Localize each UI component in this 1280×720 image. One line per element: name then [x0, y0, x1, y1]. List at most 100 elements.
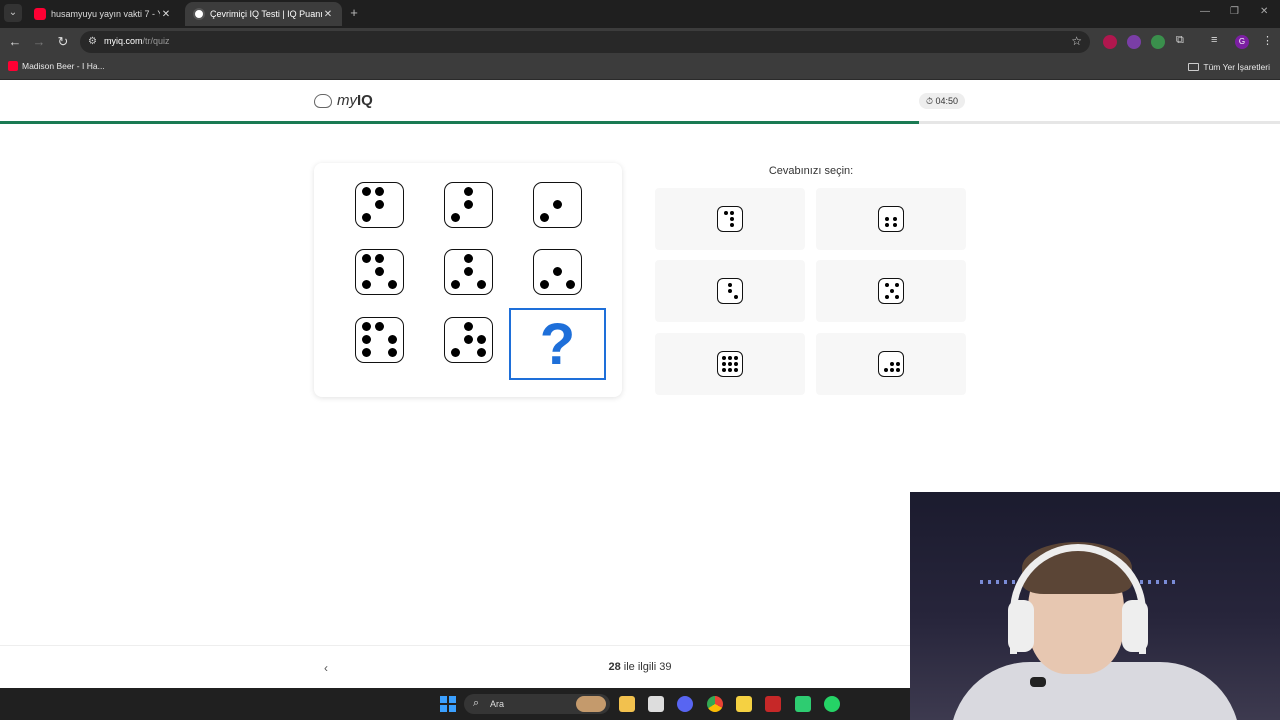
pip: [734, 362, 738, 366]
profile-avatar[interactable]: G: [1235, 35, 1249, 49]
forward-icon[interactable]: →: [30, 33, 48, 51]
tab-search-button[interactable]: ⌄: [4, 4, 22, 22]
windows-taskbar: ⌕ Ara: [0, 688, 910, 720]
tab-title: Çevrimiçi IQ Testi | IQ Puanınızı: [210, 9, 322, 19]
pip: [730, 217, 734, 221]
answer-option-5[interactable]: [655, 333, 805, 395]
pip: [540, 280, 549, 289]
reload-icon[interactable]: ↻: [54, 33, 72, 51]
answer-option-4[interactable]: [816, 260, 966, 322]
back-icon[interactable]: ←: [6, 33, 24, 51]
dice-cell-4: [355, 182, 404, 228]
pip: [896, 368, 900, 372]
pip: [362, 322, 371, 331]
pip: [375, 187, 384, 196]
pip: [885, 295, 889, 299]
address-bar[interactable]: ⚙ myiq.com/tr/quiz ☆: [80, 31, 1090, 53]
all-bookmarks-button[interactable]: Tüm Yer İşaretleri: [1188, 62, 1270, 72]
pip: [477, 348, 486, 357]
dice-cell-3: [533, 249, 582, 295]
puzzle-matrix: ?: [314, 163, 622, 397]
webcam-overlay: [910, 492, 1280, 720]
microphone-icon: [1030, 677, 1046, 687]
pip: [451, 348, 460, 357]
myiq-logo[interactable]: my IQ: [314, 92, 373, 109]
taskbar-search[interactable]: ⌕ Ara: [464, 694, 610, 714]
bookmark-item[interactable]: Madison Beer - I Ha...: [8, 61, 105, 71]
extension-icon[interactable]: [1151, 35, 1165, 49]
answer-option-3[interactable]: [655, 260, 805, 322]
pip: [464, 335, 473, 344]
windows-start-icon[interactable]: [440, 696, 456, 712]
chrome-icon[interactable]: [707, 696, 723, 712]
answer-option-1[interactable]: [655, 188, 805, 250]
bookmark-star-icon[interactable]: ☆: [1071, 34, 1082, 48]
pip: [362, 335, 371, 344]
answer-option-6[interactable]: [816, 333, 966, 395]
app-icon[interactable]: [795, 696, 811, 712]
youtube-icon: [34, 8, 46, 20]
pip: [375, 322, 384, 331]
app-icon[interactable]: [648, 696, 664, 712]
new-tab-button[interactable]: +: [346, 5, 362, 21]
tab-close-icon[interactable]: ✕: [322, 9, 334, 20]
quiz-progress-fill: [0, 121, 920, 124]
pip: [730, 223, 734, 227]
whatsapp-icon[interactable]: [824, 696, 840, 712]
missing-cell: ?: [509, 308, 606, 380]
pip: [728, 283, 732, 287]
pip: [734, 356, 738, 360]
pip: [375, 254, 384, 263]
file-explorer-icon[interactable]: [619, 696, 635, 712]
tab-youtube[interactable]: husamyuyu yayın vakti 7 - YouT ✕: [26, 2, 180, 26]
discord-icon[interactable]: [677, 696, 693, 712]
more-menu-icon[interactable]: ⋮: [1262, 34, 1273, 47]
dice-option: [878, 206, 904, 232]
dice-cell-6: [355, 317, 404, 363]
previous-question-button[interactable]: ‹: [318, 660, 334, 676]
pip: [722, 356, 726, 360]
pip: [566, 280, 575, 289]
pip: [728, 368, 732, 372]
media-controls-icon[interactable]: ≡: [1211, 34, 1217, 46]
extension-icon[interactable]: [1127, 35, 1141, 49]
pip: [464, 267, 473, 276]
pip: [885, 217, 889, 221]
app-icon[interactable]: [765, 696, 781, 712]
pip: [728, 289, 732, 293]
close-window-icon[interactable]: ✕: [1260, 6, 1268, 17]
brain-icon: [314, 93, 332, 108]
pip: [388, 335, 397, 344]
pip: [896, 362, 900, 366]
site-info-icon[interactable]: ⚙: [88, 36, 100, 48]
bookmarks-bar: Madison Beer - I Ha... Tüm Yer İşaretler…: [0, 56, 1280, 80]
quiz-footer: ‹ 28 ile ilgili 39: [0, 645, 910, 688]
tab-myiq[interactable]: Çevrimiçi IQ Testi | IQ Puanınızı ✕: [185, 2, 342, 26]
tab-close-icon[interactable]: ✕: [160, 9, 172, 20]
pip: [724, 211, 728, 215]
dice-option: [878, 278, 904, 304]
question-counter: 28 ile ilgili 39: [608, 661, 672, 673]
pip: [884, 368, 888, 372]
pip: [893, 223, 897, 227]
pip: [885, 223, 889, 227]
app-icon[interactable]: [736, 696, 752, 712]
answer-option-2[interactable]: [816, 188, 966, 250]
pip: [451, 280, 460, 289]
pip: [362, 280, 371, 289]
pip: [362, 213, 371, 222]
pip: [375, 200, 384, 209]
minimize-icon[interactable]: —: [1200, 6, 1210, 17]
restore-icon[interactable]: ❐: [1230, 6, 1239, 17]
pip: [388, 348, 397, 357]
dice-cell-5: [444, 317, 493, 363]
extensions-puzzle-icon[interactable]: ⧉: [1176, 34, 1184, 47]
extension-icon[interactable]: [1103, 35, 1117, 49]
search-highlight-image: [576, 696, 606, 712]
dice-option: [717, 206, 743, 232]
quiz-timer: ⏱ 04:50: [919, 93, 965, 109]
quiz-progress-bar: [0, 121, 1280, 124]
myiq-icon: [193, 8, 205, 20]
pip: [890, 368, 894, 372]
dice-option: [878, 351, 904, 377]
